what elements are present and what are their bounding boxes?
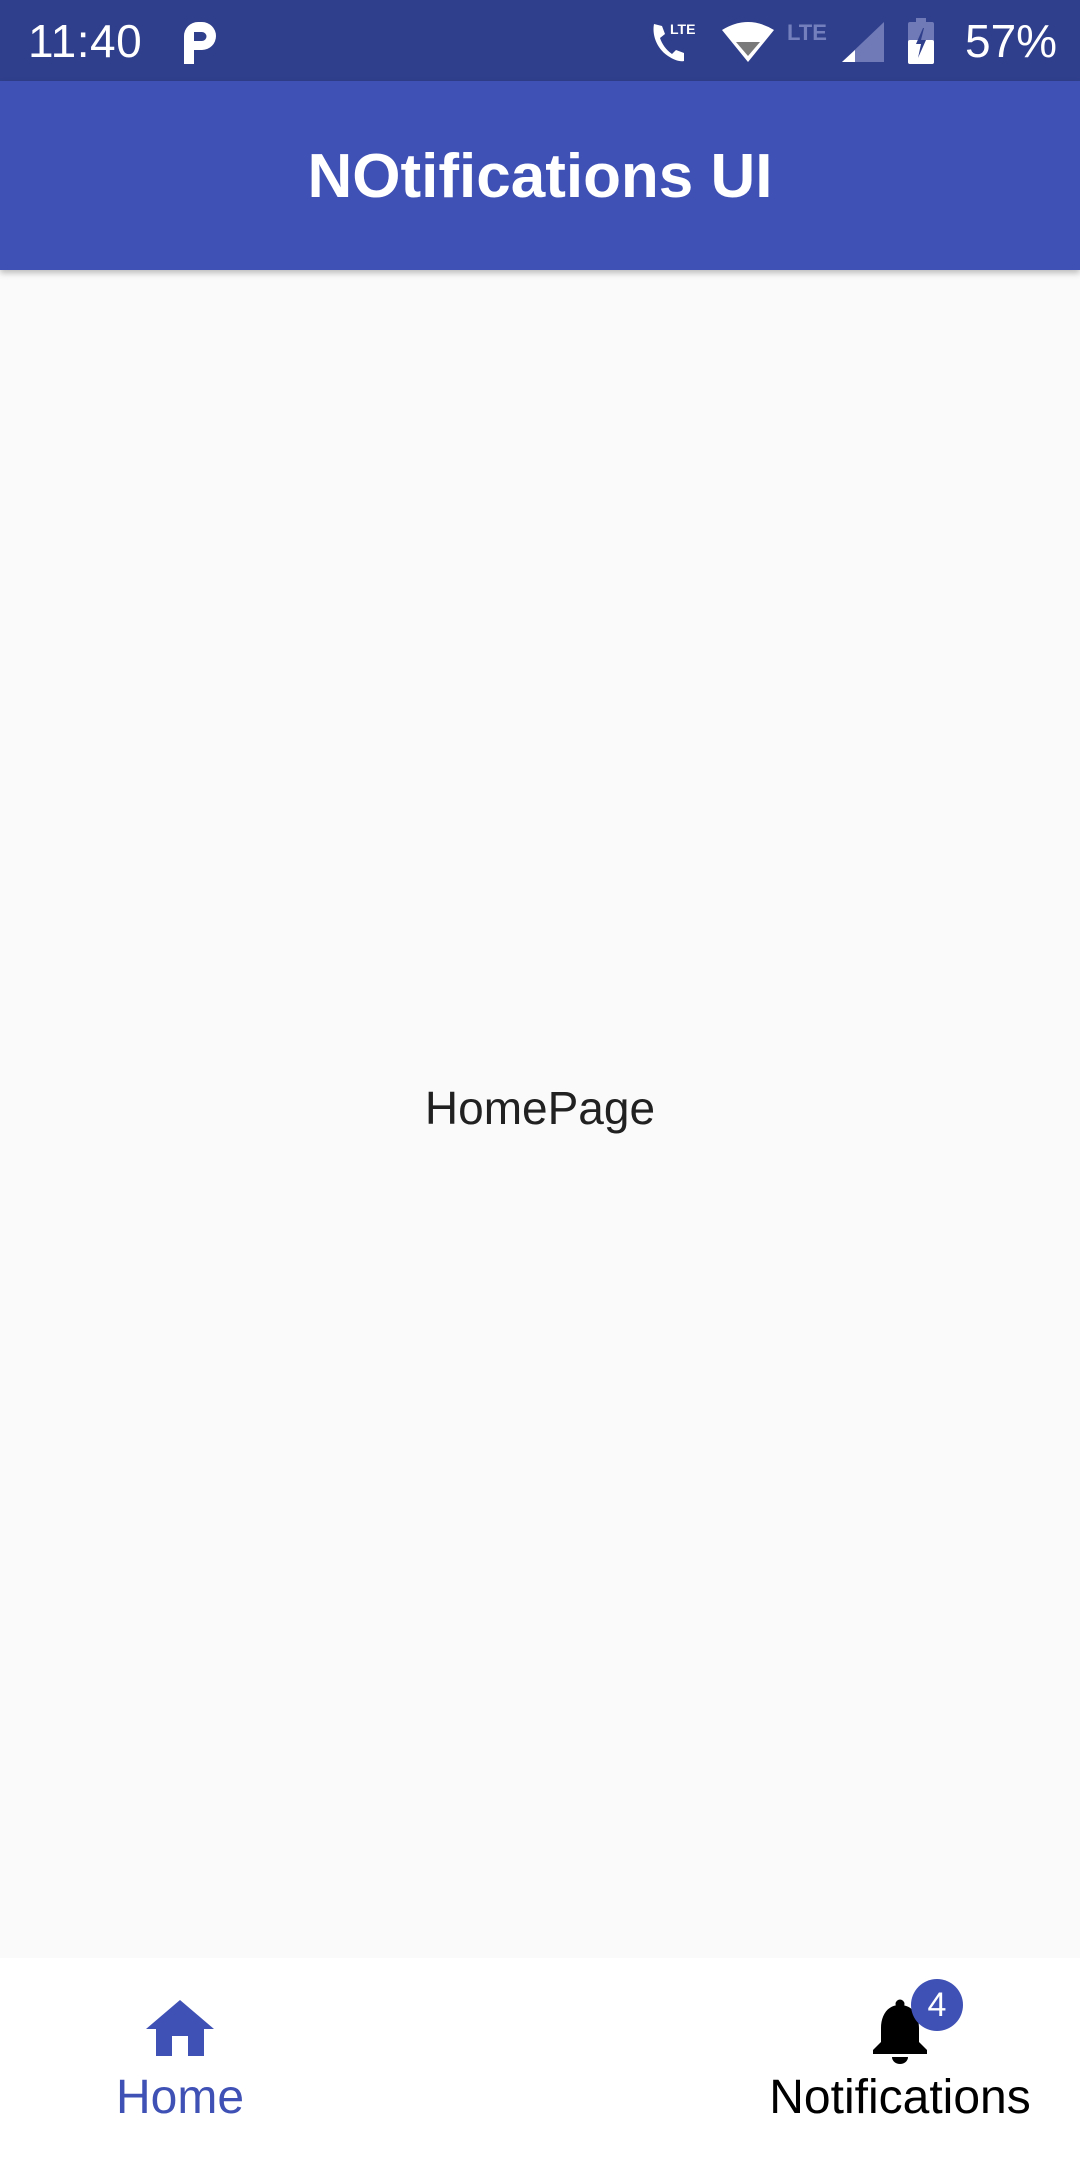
home-page-text: HomePage [424, 1082, 656, 1134]
status-bar: 11:40 LTE LTE 57% [0, 0, 1080, 81]
volte-label: LTE [670, 21, 695, 37]
home-page-content: HomePage [0, 270, 1080, 1958]
app-title: NOtifications UI [307, 142, 773, 211]
lte-icon: LTE [787, 20, 827, 44]
lte-label: LTE [787, 20, 827, 44]
parking-app-icon [184, 22, 216, 64]
app-bar: NOtifications UI [0, 81, 1080, 270]
nav-label-notifications: Notifications [769, 2071, 1031, 2124]
nav-item-notifications[interactable]: 4 Notifications [740, 1958, 1060, 2160]
wifi-icon [722, 22, 774, 62]
bottom-navigation: Home 4 Notifications [0, 1958, 1080, 2160]
nav-label-home: Home [115, 2071, 245, 2124]
battery-percent: 57% [965, 15, 1058, 67]
notification-count-badge: 4 [911, 1979, 963, 2031]
volte-call-icon: LTE [653, 21, 695, 62]
nav-item-home[interactable]: Home [60, 1958, 300, 2160]
status-time: 11:40 [28, 15, 143, 67]
cell-signal-icon [842, 22, 884, 62]
battery-charging-icon [908, 18, 934, 64]
home-icon [146, 2000, 214, 2056]
